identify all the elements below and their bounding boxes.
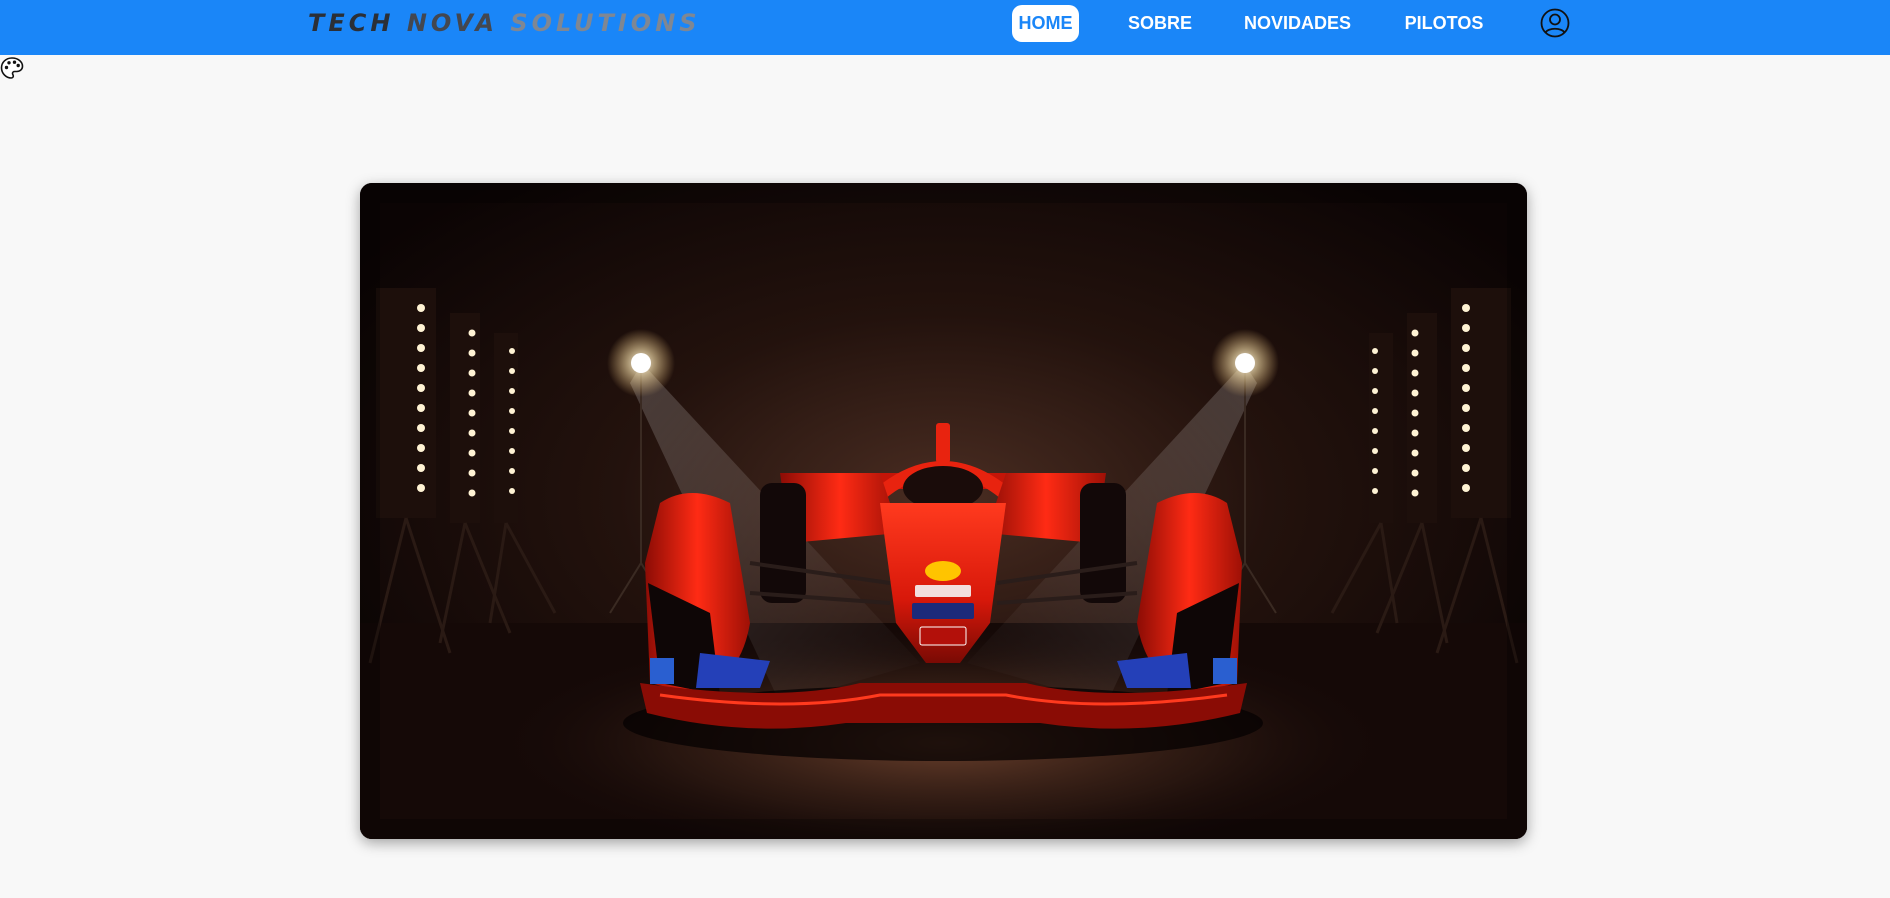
nav-link-pilotos[interactable]: PILOTOS — [1400, 5, 1488, 42]
palette-icon[interactable] — [0, 56, 24, 80]
nav-link-home[interactable]: HOME — [1012, 5, 1079, 42]
navbar: TECH NOVA SOLUTIONS HOME SOBRE NOVIDADES… — [0, 0, 1890, 55]
nav-link-novidades[interactable]: NOVIDADES — [1240, 5, 1355, 42]
logo-word-tech: TECH — [308, 9, 395, 37]
logo-word-nova: NOVA — [406, 9, 498, 37]
site-logo[interactable]: TECH NOVA SOLUTIONS — [308, 9, 701, 37]
logo-word-solutions: SOLUTIONS — [510, 9, 701, 37]
user-account-icon[interactable] — [1540, 8, 1570, 38]
hero-car-image — [360, 183, 1527, 839]
nav-link-sobre[interactable]: SOBRE — [1124, 5, 1196, 42]
